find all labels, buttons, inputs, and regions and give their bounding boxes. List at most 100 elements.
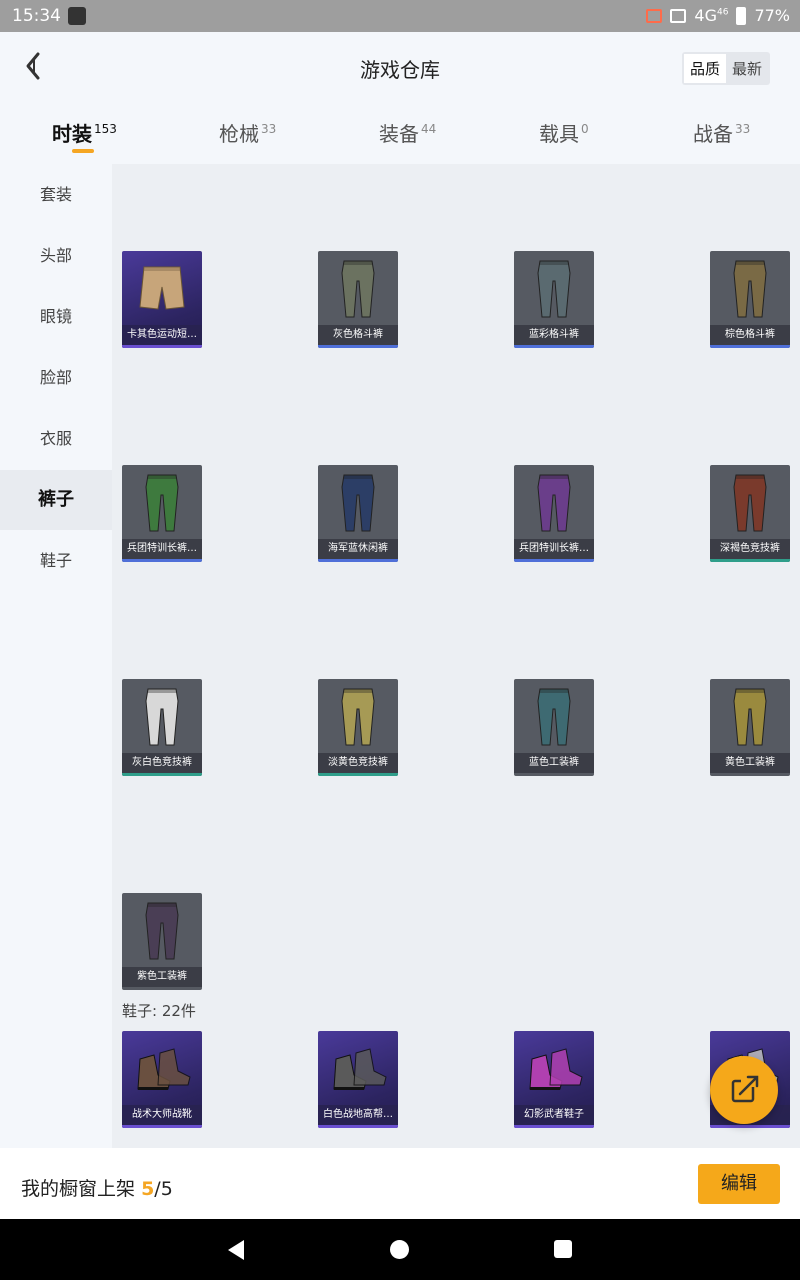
sidebar-item-clothes[interactable]: 衣服 — [0, 409, 112, 469]
item-card[interactable]: 淡黄色竞技裤 — [318, 679, 398, 776]
item-name: 白色战地高帮… — [318, 1105, 398, 1125]
item-name: 兵团特训长裤… — [122, 539, 202, 559]
rarity-bar — [710, 345, 790, 348]
boots-icon — [137, 1048, 191, 1090]
network-sup: 46 — [716, 7, 729, 18]
nav-home-icon[interactable] — [390, 1240, 409, 1259]
sidebar-item-shoes[interactable]: 鞋子 — [0, 531, 112, 591]
item-name: 战术大师战靴 — [122, 1105, 202, 1125]
showcase-status: 我的橱窗上架 5/5 — [21, 1174, 173, 1201]
rarity-bar — [514, 559, 594, 562]
chevron-left-icon — [26, 52, 40, 80]
item-card[interactable]: 卡其色运动短… — [122, 251, 202, 348]
item-card[interactable]: 棕色格斗裤 — [710, 251, 790, 348]
pants-icon — [733, 474, 767, 532]
item-name: 黄色工装裤 — [710, 753, 790, 773]
rarity-bar — [514, 345, 594, 348]
showcase-count-total: /5 — [154, 1178, 173, 1200]
item-card[interactable]: 蓝色工装裤 — [514, 679, 594, 776]
vibrate-icon — [670, 8, 687, 23]
pants-icon — [341, 688, 375, 746]
shoe-item-card[interactable]: 幻影武者鞋子 — [514, 1031, 594, 1128]
item-card[interactable]: 深褐色竞技裤 — [710, 465, 790, 562]
pants-icon — [537, 474, 571, 532]
item-name: 海军蓝休闲裤 — [318, 539, 398, 559]
shorts-icon — [139, 266, 185, 310]
tab-supplies[interactable]: 战备 33 — [693, 118, 750, 147]
cast-icon — [646, 8, 663, 23]
tab-weapons[interactable]: 枪械 33 — [219, 118, 276, 147]
boots-icon — [529, 1048, 583, 1090]
item-card[interactable]: 蓝彩格斗裤 — [514, 251, 594, 348]
item-card[interactable]: 黄色工装裤 — [710, 679, 790, 776]
pants-icon — [341, 260, 375, 318]
sidebar-item-pants[interactable]: 裤子 — [0, 470, 112, 530]
rarity-bar — [122, 345, 202, 348]
status-time: 15:34 — [12, 6, 61, 26]
shoes-section-label: 鞋子: 22件 — [122, 1002, 196, 1020]
page-title: 游戏仓库 — [360, 58, 440, 82]
sort-quality-button[interactable]: 品质 — [683, 54, 726, 83]
pants-icon — [537, 260, 571, 318]
showcase-label: 我的橱窗上架 — [21, 1178, 136, 1200]
tab-label: 战备 — [693, 122, 733, 146]
item-card[interactable]: 灰白色竞技裤 — [122, 679, 202, 776]
share-fab-button[interactable] — [710, 1056, 778, 1124]
system-nav-bar — [0, 1219, 800, 1280]
status-bar: 15:34 4G46 77% — [0, 0, 800, 32]
nav-recents-icon[interactable] — [554, 1240, 572, 1258]
showcase-bar: 我的橱窗上架 5/5 编辑 — [0, 1148, 800, 1219]
pants-icon — [145, 474, 179, 532]
item-name: 灰色格斗裤 — [318, 325, 398, 345]
pants-icon — [341, 474, 375, 532]
item-name: 蓝色工装裤 — [514, 753, 594, 773]
pants-icon — [733, 688, 767, 746]
network-label: 4G — [694, 6, 717, 25]
external-link-icon — [731, 1075, 761, 1103]
notification-icon — [68, 7, 86, 25]
tab-equipment[interactable]: 装备 44 — [379, 118, 436, 147]
category-tabs: 时装 153 枪械 33 装备 44 载具 0 战备 33 — [0, 102, 800, 164]
status-icons: 4G46 77% — [646, 6, 790, 25]
rarity-bar — [710, 559, 790, 562]
item-name: 棕色格斗裤 — [710, 325, 790, 345]
tab-label: 枪械 — [219, 122, 259, 146]
tab-count: 0 — [581, 122, 589, 136]
tab-count: 153 — [94, 122, 117, 136]
boots-icon — [333, 1048, 387, 1090]
shoe-item-card[interactable]: 战术大师战靴 — [122, 1031, 202, 1128]
sidebar-item-glasses[interactable]: 眼镜 — [0, 287, 112, 347]
item-name: 兵团特训长裤… — [514, 539, 594, 559]
item-card[interactable]: 灰色格斗裤 — [318, 251, 398, 348]
item-card[interactable]: 海军蓝休闲裤 — [318, 465, 398, 562]
item-name: 深褐色竞技裤 — [710, 539, 790, 559]
showcase-count-current: 5 — [141, 1178, 155, 1200]
item-card[interactable]: 兵团特训长裤… — [514, 465, 594, 562]
header: 游戏仓库 品质 最新 — [0, 32, 800, 102]
pants-icon — [733, 260, 767, 318]
pants-icon — [145, 688, 179, 746]
item-card[interactable]: 兵团特训长裤… — [122, 465, 202, 562]
tab-label: 装备 — [379, 122, 419, 146]
sort-toggle: 品质 最新 — [681, 52, 770, 85]
back-button[interactable] — [18, 46, 58, 86]
rarity-bar — [122, 1125, 202, 1128]
battery-icon — [736, 6, 747, 25]
sidebar-item-face[interactable]: 脸部 — [0, 348, 112, 408]
rarity-bar — [318, 345, 398, 348]
tab-fashion[interactable]: 时装 153 — [52, 118, 117, 147]
rarity-bar — [318, 559, 398, 562]
network-indicator: 4G46 — [694, 6, 728, 25]
tab-count: 44 — [421, 122, 437, 136]
item-name: 卡其色运动短… — [122, 325, 202, 345]
item-card[interactable]: 紫色工装裤 — [122, 893, 202, 990]
tab-vehicles[interactable]: 载具 0 — [539, 118, 589, 147]
active-tab-indicator — [72, 149, 94, 153]
sort-latest-button[interactable]: 最新 — [726, 54, 768, 83]
edit-button[interactable]: 编辑 — [698, 1164, 780, 1204]
shoe-item-card[interactable]: 白色战地高帮… — [318, 1031, 398, 1128]
nav-back-icon[interactable] — [226, 1239, 246, 1261]
rarity-bar — [318, 1125, 398, 1128]
sidebar-item-outfits[interactable]: 套装 — [0, 165, 112, 225]
sidebar-item-head[interactable]: 头部 — [0, 226, 112, 286]
